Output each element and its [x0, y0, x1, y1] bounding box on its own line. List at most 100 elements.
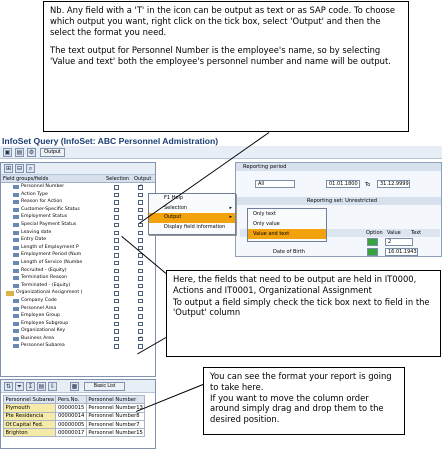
selection-checkbox[interactable]: [114, 336, 119, 342]
report-column-header[interactable]: Personnel Subarea: [2, 394, 57, 405]
tree-field-row[interactable]: Employee Subgroup: [1, 320, 155, 328]
period-all-select[interactable]: All: [255, 180, 295, 188]
selection-checkbox[interactable]: [114, 238, 119, 243]
output-submenu: Only text Only value Value and text: [247, 208, 327, 242]
new-query-icon[interactable]: ▣: [3, 148, 12, 157]
output-checkbox[interactable]: [138, 215, 143, 220]
tree-field-row[interactable]: Customer-Specific Status: [1, 206, 155, 214]
filter-icon[interactable]: ⏷: [15, 382, 24, 391]
selection-checkbox[interactable]: [114, 185, 119, 190]
tree-field-row[interactable]: Terminated - (Equity): [1, 282, 155, 290]
output-checkbox[interactable]: [138, 306, 143, 311]
output-checkbox[interactable]: [138, 298, 143, 304]
output-checkbox[interactable]: [138, 291, 143, 296]
menu-item-output[interactable]: Output ▸: [149, 213, 235, 223]
report-column-header[interactable]: Pers.No.: [55, 394, 87, 405]
output-checkbox[interactable]: [138, 268, 143, 274]
output-checkbox[interactable]: [138, 260, 143, 266]
submenu-only-text[interactable]: Only text: [248, 209, 326, 219]
output-button[interactable]: Output: [40, 148, 65, 157]
output-checkbox[interactable]: [138, 314, 143, 319]
selection-checkbox[interactable]: [114, 283, 119, 289]
selection-checkbox[interactable]: [114, 245, 119, 251]
tree-field-row[interactable]: Employment Status: [1, 213, 155, 221]
tree-field-row[interactable]: Recruited - (Equity): [1, 267, 155, 275]
tree-field-row[interactable]: Personnel Number: [1, 183, 155, 191]
output-checkbox[interactable]: [138, 321, 143, 327]
tree-field-row[interactable]: Entry Date: [1, 236, 155, 244]
selection-checkbox[interactable]: [114, 298, 119, 304]
report-cell: 00000017: [55, 428, 87, 438]
output-checkbox[interactable]: [138, 283, 143, 289]
sum-icon[interactable]: Σ: [26, 382, 35, 391]
output-checkbox[interactable]: [138, 183, 143, 190]
submenu-value-and-text[interactable]: Value and text: [248, 229, 326, 239]
selection-checkbox[interactable]: [114, 344, 119, 349]
selection-checkbox[interactable]: [114, 200, 119, 205]
selection-checkbox[interactable]: [114, 230, 119, 236]
date-of-birth-input[interactable]: 16.01.1943: [385, 248, 418, 256]
report-column-header[interactable]: Personnel Number: [85, 394, 146, 405]
selection-checkbox[interactable]: [114, 276, 119, 281]
output-checkbox[interactable]: [138, 276, 143, 281]
tree-field-row[interactable]: Personnel Subarea: [1, 342, 155, 350]
tree-field-row[interactable]: Length of Service (Numbe: [1, 259, 155, 267]
selection-checkbox[interactable]: [114, 291, 119, 296]
selection-checkbox[interactable]: [114, 329, 119, 334]
date-from-input[interactable]: 01.01.1800: [326, 180, 360, 188]
reporting-period-title: Reporting period: [236, 163, 441, 171]
tree-field-row[interactable]: Reason for Action: [1, 198, 155, 206]
tree-field-row[interactable]: Business Area: [1, 335, 155, 343]
report-cell: Personnel Number7: [85, 419, 146, 430]
layout-icon[interactable]: ▦: [70, 382, 79, 391]
menu-item-selection[interactable]: Selection ▸: [149, 204, 235, 214]
print-icon[interactable]: ▤: [37, 382, 46, 391]
selection-checkbox[interactable]: [114, 321, 119, 327]
dob-option-icon[interactable]: [367, 248, 378, 256]
selection-checkbox[interactable]: [114, 306, 119, 311]
menu-item-display-field-information[interactable]: Display field information: [149, 223, 235, 233]
selection-checkbox[interactable]: [114, 207, 119, 213]
menu-item-f1-help[interactable]: F1 Help: [149, 194, 235, 204]
output-checkbox[interactable]: [138, 200, 143, 205]
tree-field-row[interactable]: Employment Period (Num: [1, 251, 155, 259]
sort-icon[interactable]: ⇅: [4, 382, 13, 391]
selection-checkbox[interactable]: [114, 222, 119, 228]
output-checkbox[interactable]: [138, 207, 143, 213]
tree-field-row[interactable]: Personnel Area: [1, 305, 155, 313]
basic-list-select[interactable]: Basic List: [84, 382, 125, 391]
tree-group-row[interactable]: Organizational Assignment (: [1, 289, 155, 297]
tree-field-row[interactable]: Leaving date: [1, 229, 155, 237]
output-checkbox[interactable]: [138, 238, 143, 243]
selection-checkbox[interactable]: [114, 215, 119, 220]
submenu-only-value[interactable]: Only value: [248, 219, 326, 229]
export-icon[interactable]: ⇩: [48, 382, 57, 391]
selection-checkbox[interactable]: [114, 253, 119, 258]
output-checkbox[interactable]: [138, 329, 143, 334]
tree-field-row[interactable]: Termination Reason: [1, 274, 155, 282]
tree-field-row[interactable]: Company Code: [1, 297, 155, 305]
output-checkbox[interactable]: [138, 335, 143, 342]
field-tree-pane: ⊞ ⊟ ⌕ Field groups/fields Selection Outp…: [0, 162, 156, 377]
tree-field-row[interactable]: Organizational Key: [1, 327, 155, 335]
output-checkbox[interactable]: [138, 230, 143, 236]
tree-field-row[interactable]: Employee Group: [1, 312, 155, 320]
output-checkbox[interactable]: [138, 192, 143, 198]
settings-icon[interactable]: ⚙: [27, 148, 36, 157]
output-checkbox[interactable]: [138, 222, 143, 228]
selection-checkbox[interactable]: [114, 268, 119, 274]
selection-checkbox[interactable]: [114, 260, 119, 266]
selection-checkbox[interactable]: [114, 314, 119, 319]
collapse-icon[interactable]: ⊟: [15, 164, 24, 173]
expand-icon[interactable]: ⊞: [4, 164, 13, 173]
open-query-icon[interactable]: ▤: [15, 148, 24, 157]
option-icon[interactable]: [367, 238, 378, 246]
selection-value-input[interactable]: 2: [385, 238, 413, 246]
tree-field-row[interactable]: Special Payment Status: [1, 221, 155, 229]
output-checkbox[interactable]: [138, 344, 143, 349]
selection-checkbox[interactable]: [114, 192, 119, 198]
menu-item-label: Selection: [164, 204, 188, 211]
date-to-input[interactable]: 31.12.9999: [377, 180, 410, 188]
find-icon[interactable]: ⌕: [26, 164, 35, 173]
tree-field-row[interactable]: Action Type: [1, 191, 155, 199]
